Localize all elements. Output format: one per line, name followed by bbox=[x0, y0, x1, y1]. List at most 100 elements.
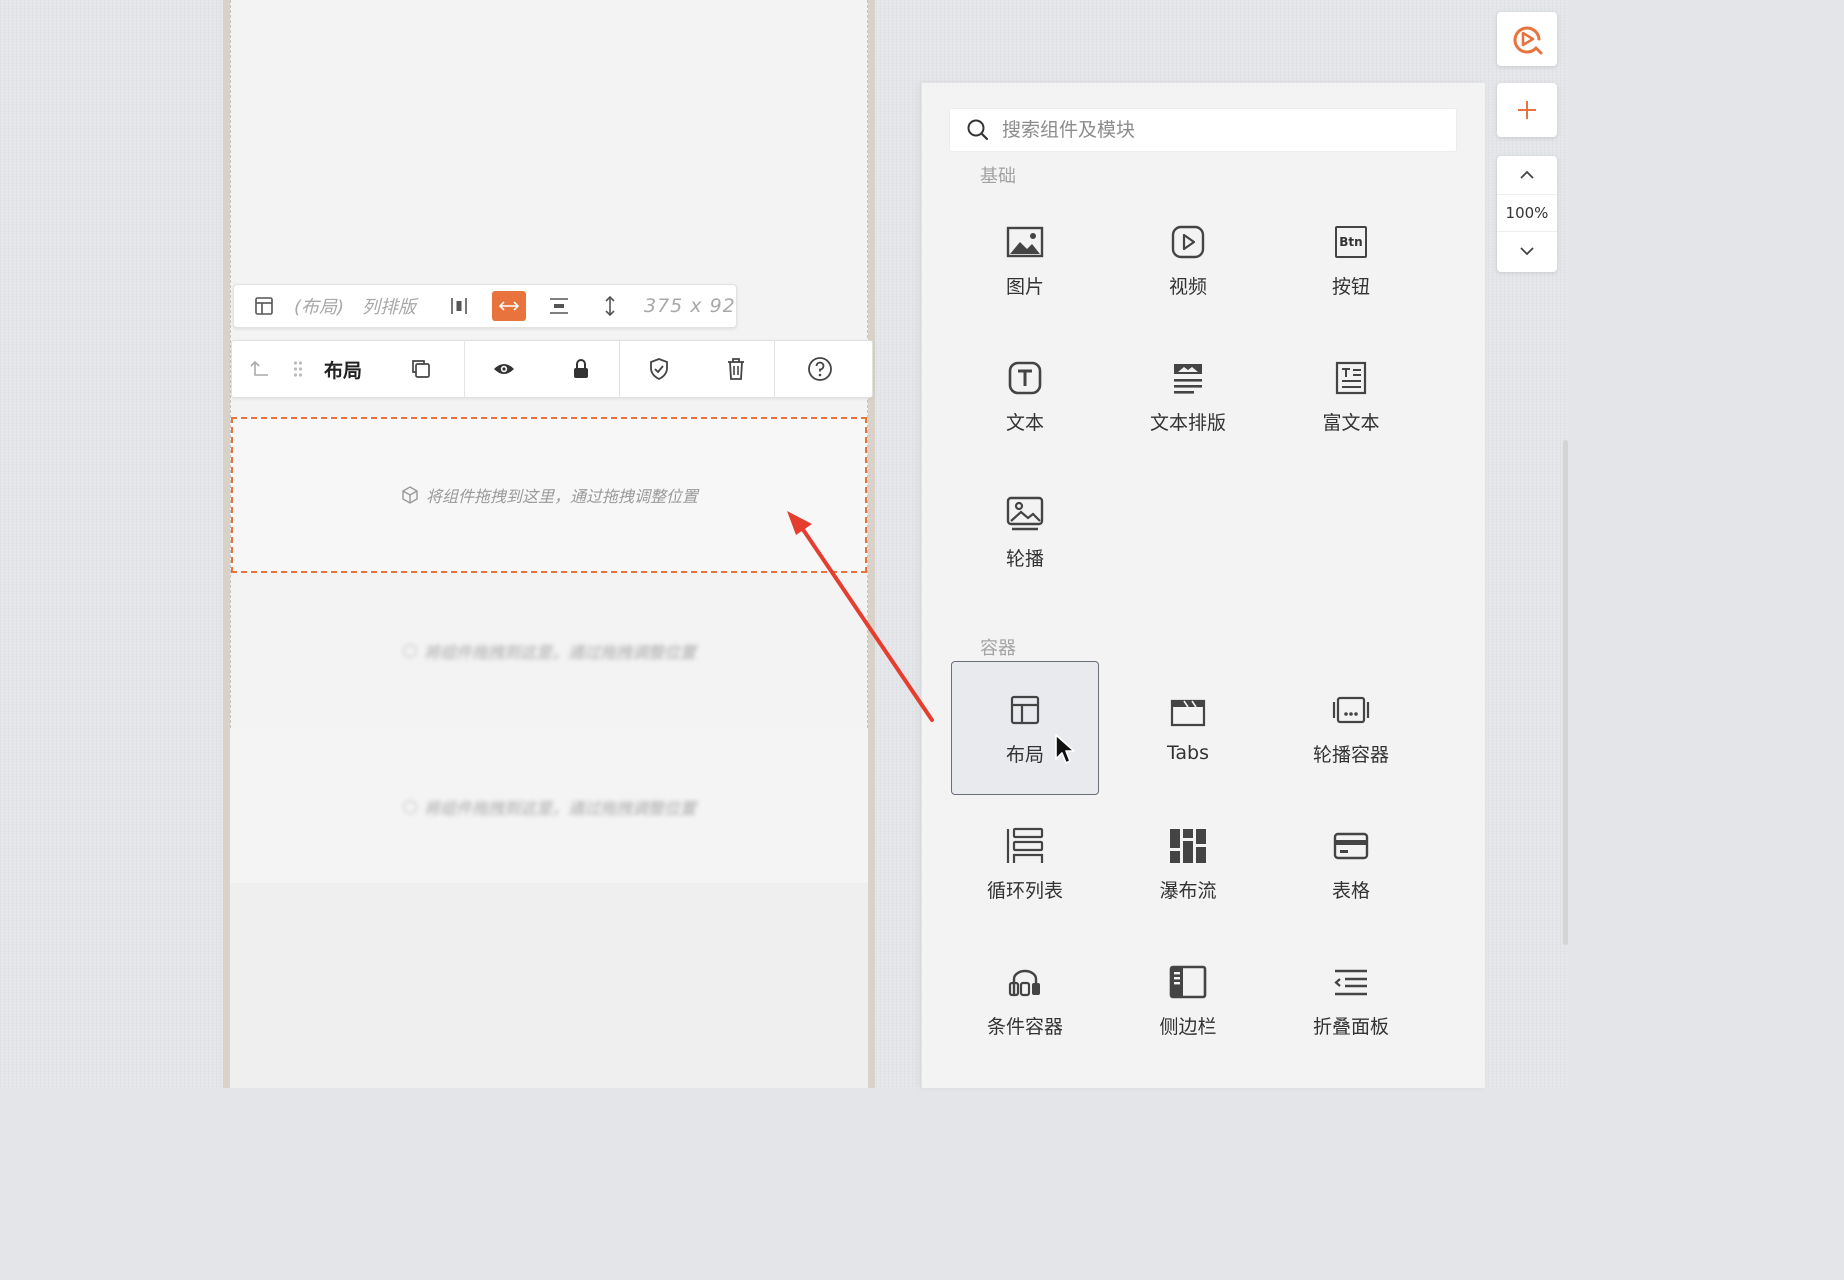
component-name-label: (布局) bbox=[294, 297, 345, 318]
align-center-icon[interactable] bbox=[542, 296, 576, 316]
shield-check-icon bbox=[649, 358, 668, 381]
search-icon bbox=[967, 119, 989, 141]
component-name: 布局 bbox=[324, 359, 363, 382]
waterfall-icon bbox=[1169, 826, 1207, 866]
drag-handle-icon[interactable] bbox=[286, 341, 310, 397]
component-tile-text[interactable]: 文本 bbox=[951, 329, 1099, 463]
drop-hint: 将组件拖拽到这里，通过拖拽调整位置 bbox=[400, 483, 698, 507]
component-tile-carousel-container[interactable]: 轮播容器 bbox=[1277, 661, 1425, 795]
image-icon bbox=[1006, 222, 1044, 262]
cube-icon: ⬡ bbox=[402, 640, 418, 662]
zoom-in-button[interactable] bbox=[1497, 156, 1557, 194]
plus-icon bbox=[1518, 101, 1536, 119]
tile-label: 轮播 bbox=[1005, 547, 1044, 570]
chevron-up-icon bbox=[1520, 170, 1534, 179]
zoom-out-button[interactable] bbox=[1497, 232, 1557, 270]
tile-label: 循环列表 bbox=[986, 879, 1063, 902]
select-parent-button[interactable] bbox=[232, 341, 286, 397]
preview-button[interactable] bbox=[1497, 12, 1557, 66]
horizontal-arrows-icon bbox=[498, 301, 520, 311]
component-tile-button[interactable]: Btn 按钮 bbox=[1277, 193, 1425, 327]
cube-icon bbox=[402, 486, 418, 504]
tile-label: 表格 bbox=[1331, 879, 1370, 902]
button-icon-text: Btn bbox=[1335, 225, 1367, 258]
video-icon bbox=[1171, 222, 1205, 262]
component-tile-sidebar[interactable]: 侧边栏 bbox=[1114, 933, 1262, 1067]
ghost-drop-zone: ⬡ 将组件拖拽到这里，通过拖拽调整位置 bbox=[230, 626, 868, 676]
table-icon bbox=[1333, 826, 1369, 866]
section-title-basic: 基础 bbox=[980, 166, 1016, 187]
tile-label: 侧边栏 bbox=[1159, 1015, 1217, 1038]
eye-icon bbox=[493, 364, 514, 374]
component-tile-table[interactable]: 表格 bbox=[1277, 797, 1425, 931]
layout-icon bbox=[234, 296, 294, 316]
justify-space-between-icon[interactable] bbox=[442, 296, 476, 316]
layout-toolbar: (布局) 列排版 375 x 92 bbox=[233, 284, 737, 328]
panel-scrollbar[interactable] bbox=[1563, 440, 1568, 945]
tile-label: 布局 bbox=[1005, 743, 1044, 766]
component-tile-carousel[interactable]: 轮播 bbox=[951, 465, 1099, 599]
component-tile-tabs[interactable]: Tabs bbox=[1114, 661, 1262, 795]
component-tile-rich-text[interactable]: 富文本 bbox=[1277, 329, 1425, 463]
button-icon: Btn bbox=[1335, 222, 1367, 262]
tile-label: 文本排版 bbox=[1149, 411, 1226, 434]
add-button[interactable] bbox=[1497, 83, 1557, 137]
parent-arrow-icon bbox=[250, 360, 268, 376]
component-tile-condition-container[interactable]: 条件容器 bbox=[951, 933, 1099, 1067]
help-button[interactable] bbox=[788, 341, 852, 397]
tile-label: 文本 bbox=[1005, 411, 1044, 434]
fill-width-button[interactable] bbox=[492, 291, 526, 321]
component-tile-layout[interactable]: 布局 bbox=[951, 661, 1099, 795]
copy-button[interactable] bbox=[394, 341, 448, 397]
permission-button[interactable] bbox=[627, 341, 691, 397]
loop-list-icon bbox=[1006, 826, 1044, 866]
chevron-down-icon bbox=[1520, 247, 1534, 256]
tile-label: 富文本 bbox=[1322, 411, 1380, 434]
drop-hint-text: 将组件拖拽到这里，通过拖拽调整位置 bbox=[425, 487, 698, 506]
component-tile-text-layout[interactable]: 文本排版 bbox=[1114, 329, 1262, 463]
component-tile-waterfall[interactable]: 瀑布流 bbox=[1114, 797, 1262, 931]
size-readout: 375 x 92 bbox=[644, 295, 736, 317]
tile-label: 条件容器 bbox=[986, 1015, 1063, 1038]
tile-label: Tabs bbox=[1166, 742, 1210, 764]
text-layout-icon bbox=[1172, 358, 1204, 398]
layout-mode-label: 列排版 bbox=[362, 297, 416, 318]
vertical-resize-icon[interactable] bbox=[576, 294, 644, 318]
component-toolbar: 布局 bbox=[231, 340, 873, 398]
collapse-panel-icon bbox=[1333, 962, 1369, 1002]
tabs-icon bbox=[1170, 692, 1206, 732]
cube-icon: ⬡ bbox=[402, 796, 418, 818]
component-tile-video[interactable]: 视频 bbox=[1114, 193, 1262, 327]
visibility-button[interactable] bbox=[472, 341, 536, 397]
tile-label: 按钮 bbox=[1331, 275, 1370, 298]
rich-text-icon bbox=[1335, 358, 1367, 398]
carousel-container-icon bbox=[1332, 690, 1370, 730]
ghost-hint-text: 将组件拖拽到这里，通过拖拽调整位置 bbox=[423, 643, 696, 662]
mouse-cursor-icon bbox=[1055, 734, 1075, 764]
layout-icon bbox=[1010, 690, 1040, 730]
tile-label: 折叠面板 bbox=[1312, 1015, 1389, 1038]
tile-label: 轮播容器 bbox=[1312, 743, 1389, 766]
section-title-container: 容器 bbox=[980, 638, 1016, 659]
play-preview-icon bbox=[1513, 26, 1543, 55]
copy-icon bbox=[412, 360, 430, 378]
lock-button[interactable] bbox=[549, 341, 613, 397]
ghost-hint-text: 将组件拖拽到这里，通过拖拽调整位置 bbox=[423, 799, 696, 818]
search-input[interactable] bbox=[1000, 118, 1444, 142]
component-tile-collapse-panel[interactable]: 折叠面板 bbox=[1277, 933, 1425, 1067]
component-panel: 基础 图片 视频 Btn 按钮 文本 文本排版 富文本 bbox=[921, 83, 1485, 1088]
layout-drop-zone[interactable]: 将组件拖拽到这里，通过拖拽调整位置 bbox=[231, 417, 867, 573]
canvas-lower-area bbox=[230, 883, 868, 1088]
ghost-drop-zone: ⬡ 将组件拖拽到这里，通过拖拽调整位置 bbox=[230, 782, 868, 832]
text-icon bbox=[1008, 358, 1042, 398]
tile-label: 视频 bbox=[1168, 275, 1207, 298]
tile-label: 瀑布流 bbox=[1159, 879, 1217, 902]
component-tile-image[interactable]: 图片 bbox=[951, 193, 1099, 327]
condition-container-icon bbox=[1008, 962, 1042, 1002]
zoom-value: 100% bbox=[1497, 194, 1557, 232]
tile-label: 图片 bbox=[1005, 275, 1044, 298]
search-box[interactable] bbox=[949, 108, 1457, 152]
component-tile-loop-list[interactable]: 循环列表 bbox=[951, 797, 1099, 931]
trash-icon bbox=[727, 358, 744, 380]
delete-button[interactable] bbox=[704, 341, 768, 397]
